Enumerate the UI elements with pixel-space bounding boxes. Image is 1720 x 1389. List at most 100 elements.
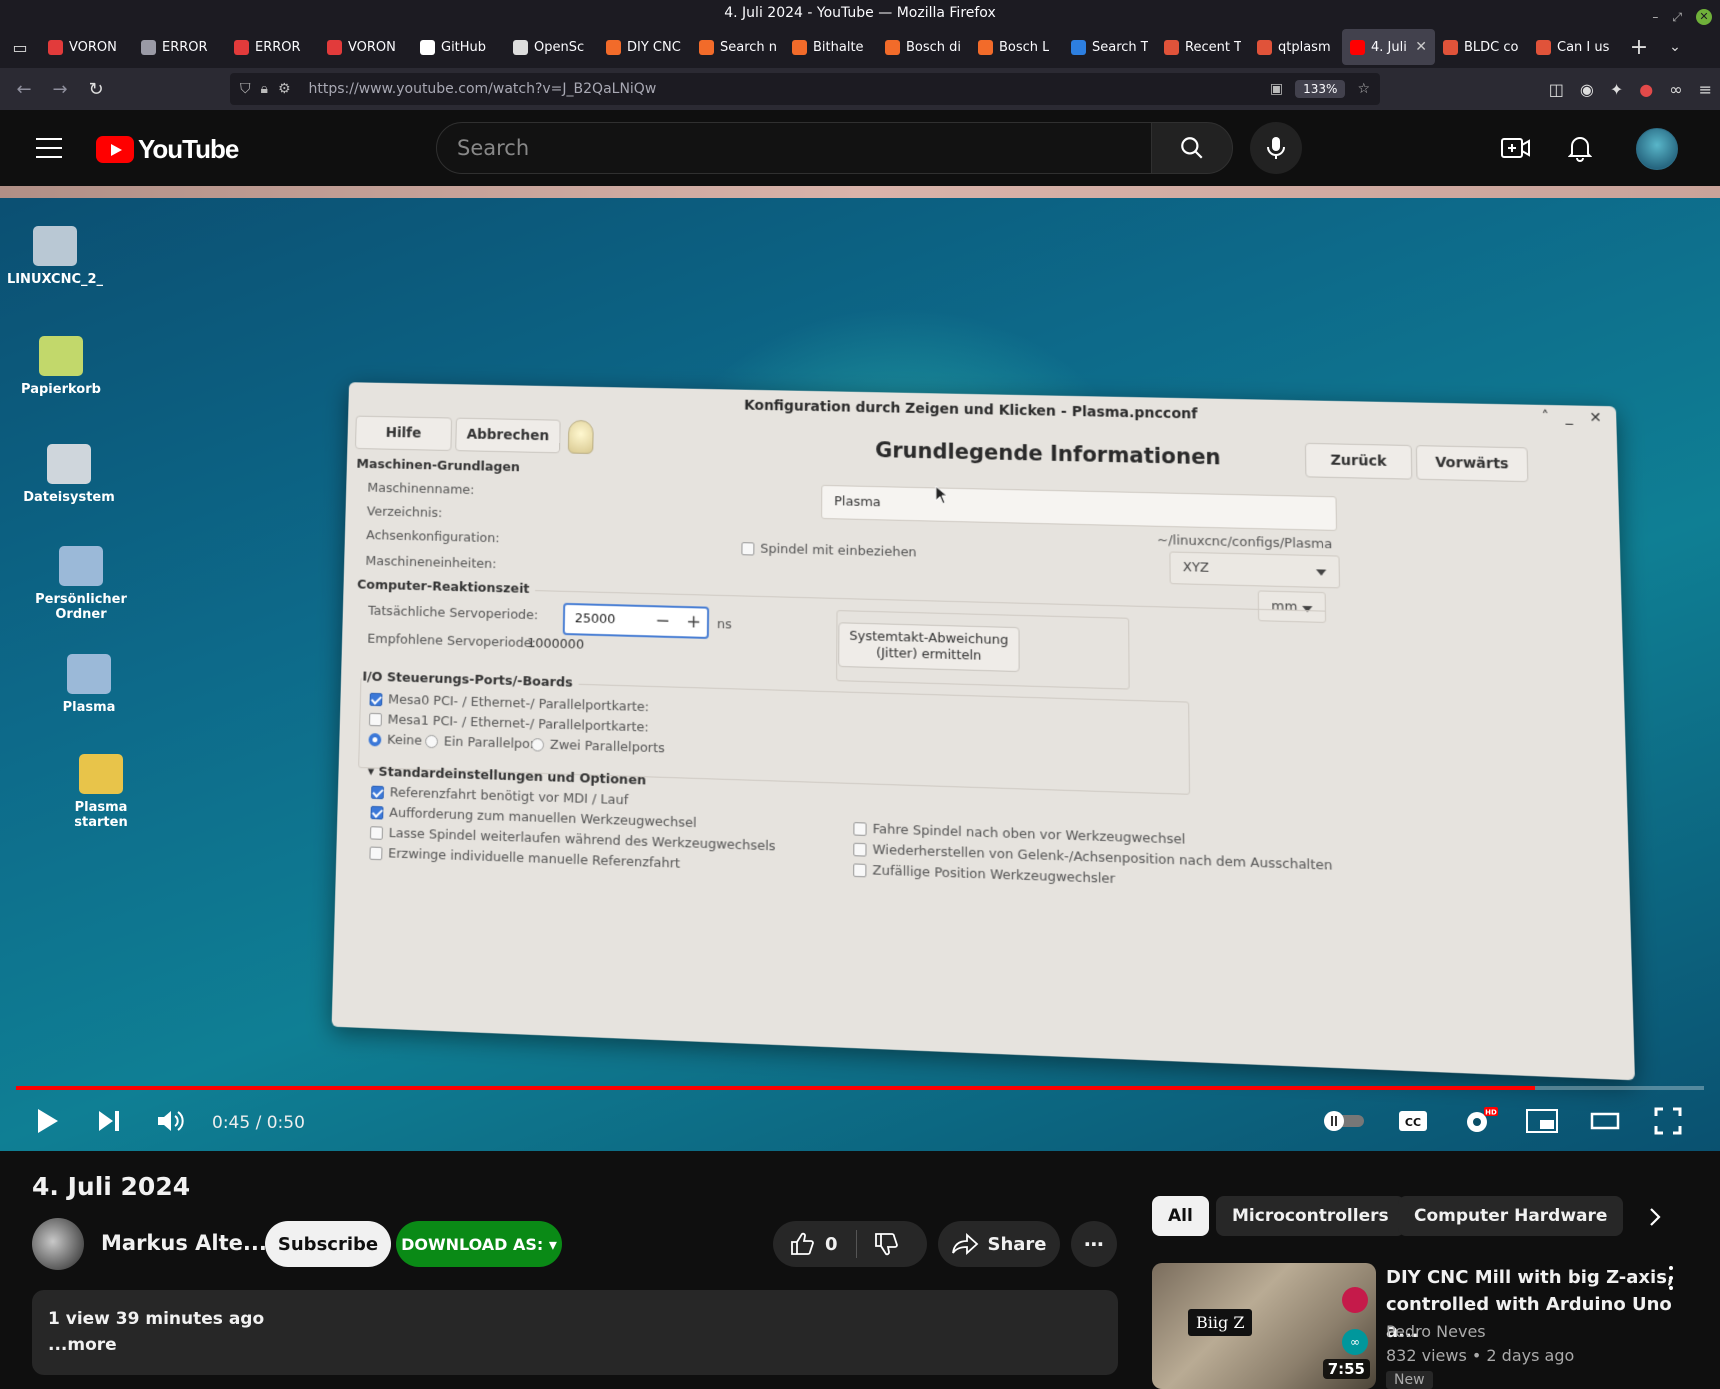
lock-icon[interactable]: 🔒︎ [261,81,268,97]
help-button[interactable]: Hilfe [354,415,453,452]
servo-period-spinbox[interactable]: 25000 − + [562,602,710,639]
jitter-test-button[interactable]: Systemtakt-Abweichung (Jitter) ermitteln [838,622,1020,673]
download-button[interactable]: DOWNLOAD AS: ▾ [396,1221,562,1267]
desktop-icon-2[interactable]: Dateisystem [14,444,124,505]
reload-icon[interactable]: ↻ [78,71,114,107]
opt1-row[interactable]: Referenzfahrt benötigt vor MDI / Lauf [370,785,628,808]
progress-bar[interactable] [16,1086,1704,1090]
desktop-icon-3[interactable]: Persönlicher Ordner [26,546,136,622]
axis-config-select[interactable]: XYZ [1169,551,1341,589]
radio-none[interactable] [368,733,382,747]
description-box[interactable]: 1 view 39 minutes ago ...more [32,1290,1118,1375]
chip-0[interactable]: All [1152,1196,1209,1236]
tab-7[interactable]: Search n [691,29,784,65]
opt5-checkbox[interactable] [853,822,867,836]
close-window-icon[interactable]: ✕ [1696,9,1712,25]
ublock-icon[interactable]: ● [1639,80,1653,99]
notifications-bell-icon[interactable] [1564,132,1596,164]
cancel-button[interactable]: Abbrechen [455,417,561,454]
increment-icon[interactable]: + [686,608,701,637]
lightbulb-icon[interactable] [567,419,594,455]
like-button[interactable]: 0 [789,1231,838,1257]
tab-13[interactable]: qtplasm [1249,29,1342,65]
reader-view-icon[interactable]: ▣ [1270,81,1283,97]
desktop-icon-4[interactable]: Plasma [34,654,144,715]
dialog-close-icon[interactable]: ✕ [1589,410,1602,427]
url-text[interactable]: https://www.youtube.com/watch?v=J_B2QaLN… [309,81,657,97]
youtube-logo[interactable]: YouTube [96,134,239,165]
forward-icon[interactable]: → [42,71,78,107]
desktop-icon-5[interactable]: Plasma starten [46,754,156,830]
channel-name[interactable]: Markus Alte... [101,1231,267,1255]
forward-button[interactable]: Vorwärts [1415,445,1529,483]
tab-12[interactable]: Recent T [1156,29,1249,65]
close-tab-icon[interactable]: ✕ [1415,39,1427,55]
tab-6[interactable]: DIY CNC [598,29,691,65]
mesa1-checkbox[interactable] [368,712,382,727]
tab-list-icon[interactable]: ▭ [0,26,40,68]
more-actions-button[interactable]: ⋯ [1071,1221,1117,1267]
tab-16[interactable]: Can I us [1528,29,1621,65]
more-link[interactable]: ...more [48,1332,1102,1358]
dialog-up-icon[interactable]: ˄ [1541,409,1549,425]
account-icon[interactable]: ◉ [1580,80,1594,99]
create-video-icon[interactable] [1500,132,1532,164]
dislike-button[interactable] [873,1231,899,1257]
permissions-icon[interactable]: ⚙ [278,81,291,97]
next-button[interactable] [96,1104,122,1138]
chip-2[interactable]: Computer Hardware [1398,1196,1624,1236]
tab-10[interactable]: Bosch L [970,29,1063,65]
decrement-icon[interactable]: − [655,607,670,636]
spindle-checkbox[interactable] [741,542,755,556]
menu-icon[interactable]: ≡ [1699,80,1712,99]
units-select[interactable]: mm [1257,590,1327,623]
tab-0[interactable]: VORON [40,29,133,65]
chips-next-button[interactable] [1640,1202,1670,1232]
bookmark-star-icon[interactable]: ☆ [1357,81,1370,97]
autoplay-toggle[interactable] [1322,1104,1368,1138]
hamburger-menu-icon[interactable] [36,138,62,158]
radio-two[interactable] [531,738,545,752]
opt7-row[interactable]: Zufällige Position Werkzeugwechsler [853,862,1115,887]
mesa0-checkbox[interactable] [369,692,383,707]
tab-15[interactable]: BLDC co [1435,29,1528,65]
tab-14[interactable]: 4. Juli ✕ [1342,29,1435,65]
list-all-tabs-icon[interactable]: ⌄ [1657,39,1693,55]
channel-avatar[interactable] [32,1218,84,1270]
radio-none-row[interactable]: Keine [368,732,422,749]
tab-3[interactable]: VORON [319,29,412,65]
tab-1[interactable]: ERROR [133,29,226,65]
search-button[interactable] [1151,122,1233,174]
settings-button[interactable]: HD [1462,1104,1498,1138]
machine-name-input[interactable]: Plasma [821,484,1338,531]
opt4-checkbox[interactable] [369,846,383,861]
recommendation-menu-icon[interactable] [1664,1266,1678,1290]
tab-11[interactable]: Search T [1063,29,1156,65]
video-player[interactable]: LINUXCNC_2_ Papierkorb Dateisystem Persönli… [0,186,1720,1151]
desktop-icon-1[interactable]: Papierkorb [6,336,116,397]
tab-2[interactable]: ERROR [226,29,319,65]
servo-period-value[interactable]: 25000 [575,611,616,627]
chip-1[interactable]: Microcontrollers [1216,1196,1405,1236]
tab-5[interactable]: OpenSc [505,29,598,65]
account-avatar[interactable] [1636,128,1678,170]
spindle-checkbox-row[interactable]: Spindel mit einbeziehen [741,541,917,561]
fullscreen-button[interactable] [1654,1104,1682,1138]
opt1-checkbox[interactable] [370,785,385,800]
share-button[interactable]: Share [938,1221,1060,1267]
opt2-checkbox[interactable] [370,805,384,820]
extensions-icon[interactable]: ✦ [1610,80,1623,99]
shield-icon[interactable]: ⛉ [240,81,251,97]
tab-4[interactable]: GitHub [412,29,505,65]
search-input[interactable] [437,123,1151,173]
play-button[interactable] [34,1104,60,1138]
recommendation-channel[interactable]: Pedro Neves [1386,1322,1486,1341]
url-bar[interactable]: ⛉ 🔒︎ ⚙ https://www.youtube.com/watch?v=J… [230,73,1380,105]
voice-search-button[interactable] [1250,122,1302,174]
opt7-checkbox[interactable] [853,863,867,878]
back-button[interactable]: Zurück [1304,442,1413,480]
recommendation-thumbnail[interactable]: Biig Z ∞ 7:55 [1152,1263,1376,1389]
desktop-icon-0[interactable]: LINUXCNC_2_ [0,226,110,287]
extension-mask-icon[interactable]: ∞ [1669,80,1682,99]
theater-mode-button[interactable] [1590,1104,1620,1138]
